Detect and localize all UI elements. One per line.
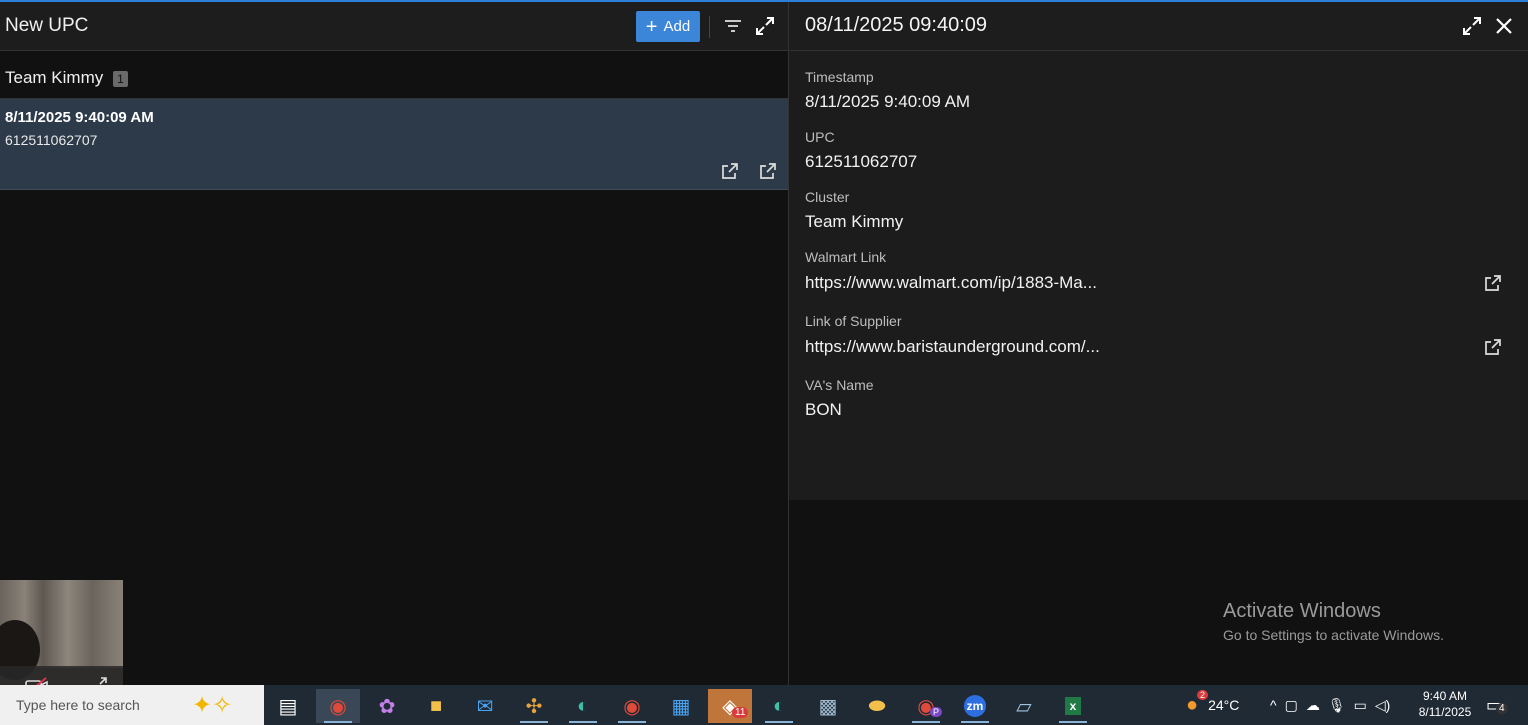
network-icon[interactable]: ▭	[1354, 697, 1367, 714]
group-name: Team Kimmy	[5, 68, 104, 87]
list-title: New UPC	[5, 15, 89, 36]
plus-icon: +	[645, 15, 658, 38]
add-button[interactable]: + Add	[636, 11, 700, 42]
external-link-icon[interactable]	[720, 161, 740, 181]
add-button-label: Add	[663, 18, 691, 35]
weather-icon: ● 2	[1186, 689, 1209, 717]
weather-temp: 24°C	[1208, 697, 1240, 713]
list-header: New UPC + Add	[0, 2, 788, 51]
walmart-link[interactable]: https://www.walmart.com/ip/1883-Ma...	[805, 273, 1097, 293]
external-link-icon[interactable]	[758, 161, 778, 181]
chrome-profile-p-icon[interactable]: ◉ P	[904, 689, 948, 723]
outlook-icon[interactable]: ◈ 11	[708, 689, 752, 723]
clock-time: 9:40 AM	[1422, 689, 1468, 703]
taskbar-clock[interactable]: 9:40 AM 8/11/2025	[1410, 688, 1480, 720]
notification-count: 4	[1496, 702, 1508, 714]
detail-header: 08/11/2025 09:40:09	[789, 2, 1528, 51]
field-label-upc: UPC	[805, 129, 835, 145]
microphone-icon[interactable]: 🎙	[1328, 697, 1346, 714]
copilot-icon[interactable]: ✿	[365, 689, 409, 723]
filter-icon[interactable]	[723, 16, 743, 36]
list-item[interactable]: 8/11/2025 9:40:09 AM 612511062707	[0, 99, 788, 190]
field-label-timestamp: Timestamp	[805, 69, 874, 85]
store-icon[interactable]: ▦	[659, 689, 703, 723]
chrome-icon[interactable]: ◉	[316, 689, 360, 723]
field-value-timestamp: 8/11/2025 9:40:09 AM	[805, 92, 971, 111]
detail-fields: Timestamp 8/11/2025 9:40:09 AM UPC 61251…	[789, 51, 1528, 500]
notification-icon[interactable]: ▭ 4	[1486, 685, 1508, 725]
app-icon[interactable]: ⬬	[855, 689, 899, 723]
volume-icon[interactable]: ◁)	[1375, 697, 1390, 714]
edge-icon[interactable]: ◐	[561, 689, 605, 723]
task-view-icon[interactable]: ▤	[266, 689, 310, 723]
field-value-va-name: BON	[805, 400, 842, 419]
expand-icon[interactable]	[1461, 15, 1483, 37]
close-icon[interactable]	[1493, 15, 1515, 37]
external-link-icon[interactable]	[1483, 337, 1503, 357]
mail-icon[interactable]: ✉	[463, 689, 507, 723]
onedrive-icon[interactable]: ☁	[1306, 697, 1320, 714]
chevron-up-icon[interactable]: ^	[1270, 697, 1277, 713]
item-upc: 612511062707	[5, 132, 98, 148]
chrome-profile-badge: P	[930, 707, 943, 717]
field-label-cluster: Cluster	[805, 189, 850, 205]
watermark-subtitle: Go to Settings to activate Windows.	[1223, 627, 1444, 643]
watermark-title: Activate Windows	[1223, 600, 1381, 622]
clock-date: 8/11/2025	[1418, 705, 1472, 719]
field-value-cluster: Team Kimmy	[805, 212, 904, 231]
header-divider	[709, 16, 710, 38]
excel-icon[interactable]: x	[1051, 689, 1095, 723]
activate-windows-watermark: Activate Windows Go to Settings to activ…	[1223, 600, 1444, 643]
calculator-icon[interactable]: ▩	[806, 689, 850, 723]
system-tray: ^ ▢ ☁ 🎙 ▭ ◁)	[1270, 685, 1390, 725]
supplier-link[interactable]: https://www.baristaunderground.com/...	[805, 337, 1100, 357]
search-placeholder: Type here to search	[16, 697, 140, 713]
group-count-badge: 1	[113, 71, 128, 87]
weather-badge: 2	[1197, 689, 1209, 700]
taskbar-search[interactable]: Type here to search ✦✧	[0, 685, 264, 725]
field-value-upc: 612511062707	[805, 152, 918, 171]
device-icon[interactable]: ▢	[1285, 697, 1298, 714]
edge-profile-icon[interactable]: ◐	[757, 689, 801, 723]
detail-title: 08/11/2025 09:40:09	[805, 14, 988, 36]
notepad-icon[interactable]: ▱	[1002, 689, 1046, 723]
external-link-icon[interactable]	[1483, 273, 1503, 293]
slack-icon[interactable]: ✣	[512, 689, 556, 723]
zoom-icon[interactable]: zm	[953, 689, 997, 723]
copilot-sparkle-icon[interactable]: ✦✧	[192, 691, 232, 720]
expand-icon[interactable]	[754, 15, 776, 37]
item-timestamp: 8/11/2025 9:40:09 AM	[5, 109, 154, 126]
group-header[interactable]: Team Kimmy 1	[0, 51, 788, 99]
chrome-profile-icon[interactable]: ◉	[610, 689, 654, 723]
file-explorer-icon[interactable]: ■	[414, 689, 458, 723]
field-label-supplier-link: Link of Supplier	[805, 313, 902, 329]
weather-widget[interactable]: ● 2 24°C	[1186, 685, 1239, 725]
field-label-va-name: VA's Name	[805, 377, 874, 393]
outlook-badge: 11	[732, 707, 749, 718]
field-label-walmart-link: Walmart Link	[805, 249, 887, 265]
taskbar: Type here to search ✦✧ ▤ ◉ ✿ ■ ✉ ✣ ◐ ◉ ▦…	[0, 685, 1528, 725]
detail-pane: 08/11/2025 09:40:09 Timestamp 8/11/2025 …	[789, 2, 1528, 685]
